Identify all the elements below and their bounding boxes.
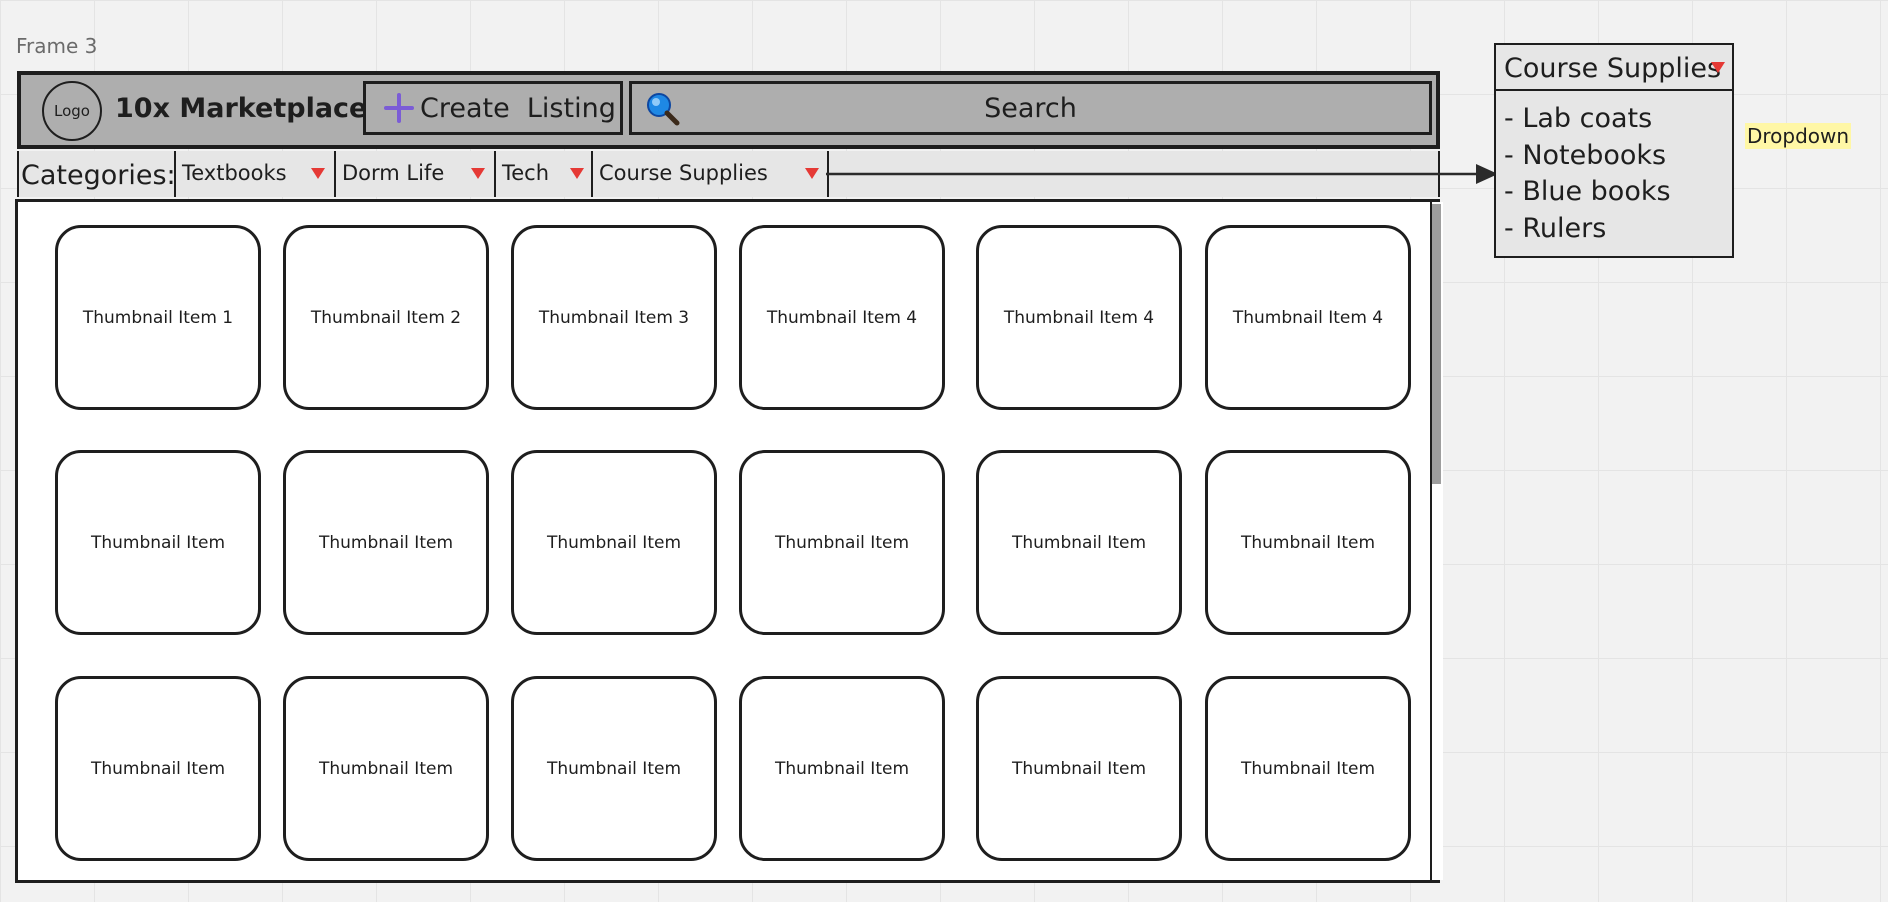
thumbnail-item[interactable]: Thumbnail Item (1205, 676, 1411, 861)
category-course-supplies[interactable]: Course Supplies (591, 151, 829, 197)
dropdown-option[interactable]: - Blue books (1504, 174, 1671, 211)
thumbnail-item[interactable]: Thumbnail Item 4 (739, 225, 945, 410)
category-tech[interactable]: Tech (494, 151, 593, 197)
dropdown-arrow-icon (471, 168, 485, 179)
search-icon (647, 93, 680, 126)
create-listing-label: Create Listing (420, 92, 616, 124)
search-label: Search (984, 92, 1077, 124)
thumbnail-item[interactable]: Thumbnail Item (55, 450, 261, 635)
header-bar: Logo 10x Marketplace Create Listing Sear… (17, 71, 1440, 149)
category-label: Tech (502, 161, 550, 185)
thumbnail-item[interactable]: Thumbnail Item (55, 676, 261, 861)
category-textbooks[interactable]: Textbooks (174, 151, 334, 197)
dropdown-list: - Lab coats - Notebooks - Blue books - R… (1504, 101, 1671, 247)
dropdown-arrow-icon (1711, 62, 1725, 73)
thumbnail-item[interactable]: Thumbnail Item 4 (976, 225, 1182, 410)
thumbnail-item[interactable]: Thumbnail Item (976, 450, 1182, 635)
dropdown-arrow-icon (570, 168, 584, 179)
thumbnail-item[interactable]: Thumbnail Item (739, 450, 945, 635)
thumbnail-item[interactable]: Thumbnail Item (1205, 450, 1411, 635)
dropdown-preview: Course Supplies - Lab coats - Notebooks … (1494, 43, 1734, 258)
thumbnail-item[interactable]: Thumbnail Item (283, 450, 489, 635)
thumbnail-item[interactable]: Thumbnail Item 4 (1205, 225, 1411, 410)
categories-label: Categories: (21, 160, 176, 191)
dropdown-option[interactable]: - Notebooks (1504, 138, 1671, 175)
dropdown-arrow-icon (805, 168, 819, 179)
thumbnail-item[interactable]: Thumbnail Item (976, 676, 1182, 861)
thumbnail-item[interactable]: Thumbnail Item (511, 450, 717, 635)
thumbnail-item[interactable]: Thumbnail Item (283, 676, 489, 861)
category-label: Textbooks (182, 161, 287, 185)
dropdown-title-label: Course Supplies (1504, 53, 1722, 84)
category-label: Dorm Life (342, 161, 445, 185)
logo[interactable]: Logo (42, 81, 102, 141)
dropdown-option[interactable]: - Lab coats (1504, 101, 1671, 138)
category-dorm-life[interactable]: Dorm Life (334, 151, 494, 197)
dropdown-arrow-icon (311, 168, 325, 179)
thumbnail-item[interactable]: Thumbnail Item 3 (511, 225, 717, 410)
thumbnail-grid: Thumbnail Item 1 Thumbnail Item 2 Thumbnai… (15, 199, 1443, 883)
dropdown-option[interactable]: - Rulers (1504, 211, 1671, 248)
scrollbar-thumb[interactable] (1432, 204, 1441, 484)
annotation-note: Dropdown (1745, 123, 1852, 149)
category-label: Course Supplies (599, 161, 768, 185)
thumbnail-item[interactable]: Thumbnail Item (511, 676, 717, 861)
plus-icon (384, 93, 414, 123)
thumbnail-item[interactable]: Thumbnail Item (739, 676, 945, 861)
thumbnail-item[interactable]: Thumbnail Item 2 (283, 225, 489, 410)
dropdown-title[interactable]: Course Supplies (1496, 45, 1732, 91)
create-listing-button[interactable]: Create Listing (363, 81, 623, 135)
connector-arrow (826, 164, 1498, 184)
frame-label: Frame 3 (16, 34, 98, 58)
thumbnail-item[interactable]: Thumbnail Item 1 (55, 225, 261, 410)
brand-title: 10x Marketplace (115, 93, 368, 124)
search-bar[interactable]: Search (629, 81, 1432, 135)
